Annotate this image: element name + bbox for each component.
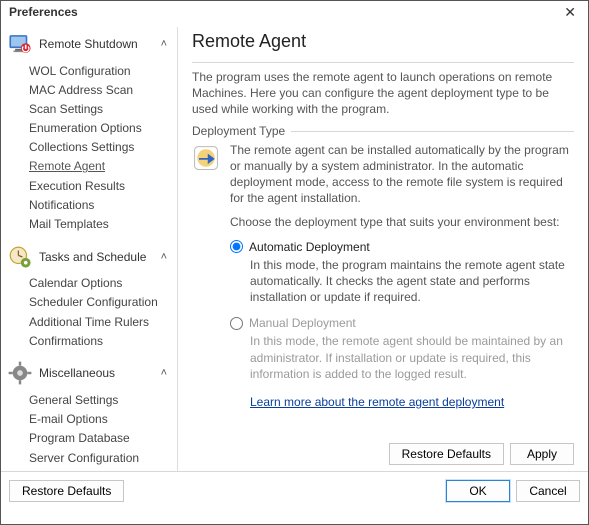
sidebar-item-wol-configuration[interactable]: WOL Configuration — [29, 61, 177, 80]
section-label: Deployment Type — [192, 124, 285, 138]
radio-manual-input[interactable] — [230, 317, 243, 330]
restore-defaults-button-bottom[interactable]: Restore Defaults — [9, 480, 124, 502]
sidebar-group-miscellaneous[interactable]: Miscellaneous ˄ — [7, 358, 177, 388]
radio-auto-input[interactable] — [230, 240, 243, 253]
content-pane: Remote Agent The program uses the remote… — [178, 21, 588, 471]
monitor-power-icon — [7, 31, 33, 57]
radio-auto-description: In this mode, the program maintains the … — [250, 257, 574, 306]
sidebar-group-label: Miscellaneous — [39, 366, 115, 380]
gear-icon — [7, 360, 33, 386]
sidebar-item-calendar-options[interactable]: Calendar Options — [29, 274, 177, 293]
sidebar-item-notifications[interactable]: Notifications — [29, 195, 177, 214]
sidebar-item-proxy-settings[interactable]: Proxy Settings — [29, 467, 177, 471]
ok-button[interactable]: OK — [446, 480, 510, 502]
sidebar-item-mail-templates[interactable]: Mail Templates — [29, 215, 177, 234]
sidebar-item-enumeration-options[interactable]: Enumeration Options — [29, 119, 177, 138]
radio-manual-label: Manual Deployment — [249, 315, 356, 331]
apply-button[interactable]: Apply — [510, 443, 574, 465]
sidebar-group-label: Remote Shutdown — [39, 37, 138, 51]
radio-automatic-deployment[interactable]: Automatic Deployment — [230, 239, 574, 255]
title-divider — [192, 62, 574, 63]
chevron-up-icon: ˄ — [161, 38, 171, 50]
sidebar-item-server-configuration[interactable]: Server Configuration — [29, 448, 177, 467]
radio-auto-label: Automatic Deployment — [249, 239, 370, 255]
cancel-button[interactable]: Cancel — [516, 480, 580, 502]
sidebar-item-additional-time-rulers[interactable]: Additional Time Rulers — [29, 312, 177, 331]
sidebar: Remote Shutdown ˄ WOL Configuration MAC … — [1, 21, 177, 471]
deploy-arrow-icon — [192, 142, 222, 411]
sidebar-item-remote-agent[interactable]: Remote Agent — [29, 157, 177, 176]
sidebar-item-scan-settings[interactable]: Scan Settings — [29, 99, 177, 118]
window-title: Preferences — [9, 5, 78, 19]
radio-manual-description: In this mode, the remote agent should be… — [250, 333, 574, 382]
sidebar-group-tasks-schedule[interactable]: Tasks and Schedule ˄ — [7, 242, 177, 272]
chevron-up-icon: ˄ — [161, 367, 171, 379]
clock-gear-icon — [7, 244, 33, 270]
sidebar-item-mac-address-scan[interactable]: MAC Address Scan — [29, 80, 177, 99]
learn-more-link[interactable]: Learn more about the remote agent deploy… — [250, 394, 504, 410]
page-intro: The program uses the remote agent to lau… — [192, 69, 574, 118]
sidebar-item-collections-settings[interactable]: Collections Settings — [29, 138, 177, 157]
section-divider — [291, 131, 574, 132]
sidebar-group-label: Tasks and Schedule — [39, 250, 146, 264]
sidebar-item-confirmations[interactable]: Confirmations — [29, 331, 177, 350]
restore-defaults-button[interactable]: Restore Defaults — [389, 443, 504, 465]
radio-manual-deployment[interactable]: Manual Deployment — [230, 315, 574, 331]
chevron-up-icon: ˄ — [161, 251, 171, 263]
section-description: The remote agent can be installed automa… — [230, 142, 574, 207]
choose-text: Choose the deployment type that suits yo… — [230, 214, 574, 230]
sidebar-item-scheduler-configuration[interactable]: Scheduler Configuration — [29, 293, 177, 312]
close-icon[interactable]: ✕ — [560, 5, 580, 19]
sidebar-item-general-settings[interactable]: General Settings — [29, 390, 177, 409]
sidebar-item-program-database[interactable]: Program Database — [29, 429, 177, 448]
sidebar-group-remote-shutdown[interactable]: Remote Shutdown ˄ — [7, 29, 177, 59]
sidebar-item-email-options[interactable]: E-mail Options — [29, 410, 177, 429]
sidebar-item-execution-results[interactable]: Execution Results — [29, 176, 177, 195]
page-title: Remote Agent — [192, 31, 574, 52]
